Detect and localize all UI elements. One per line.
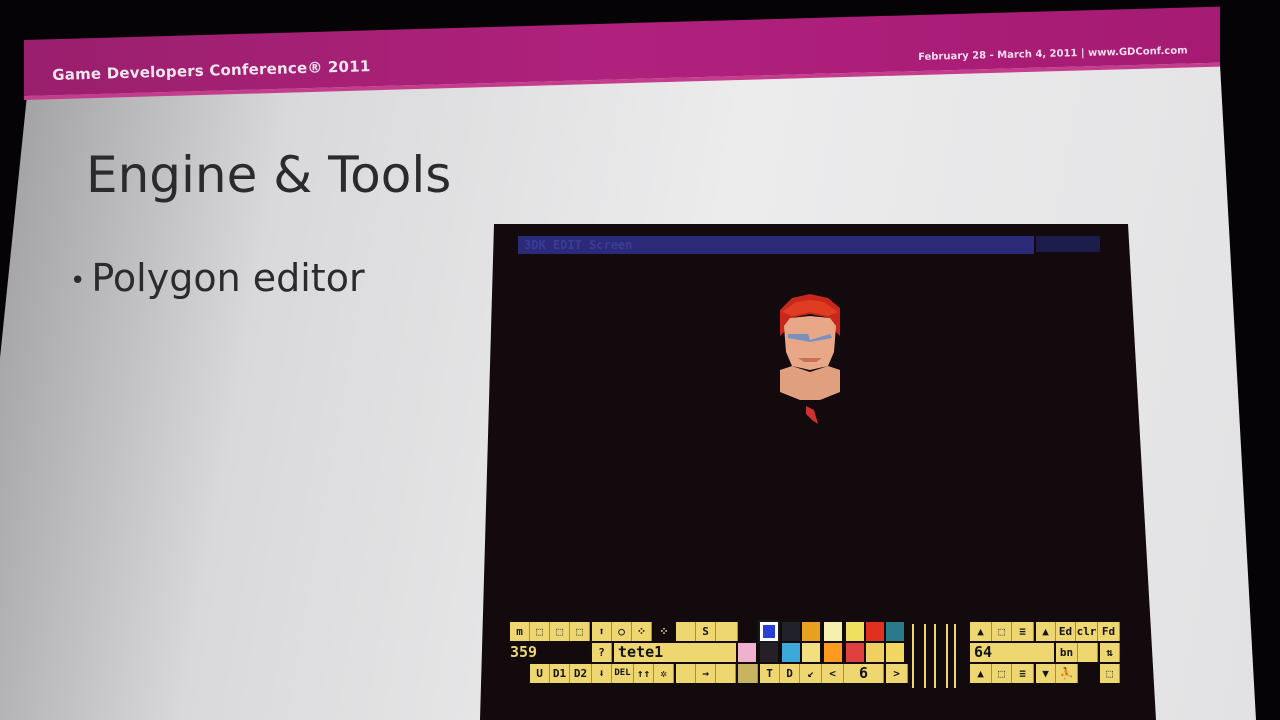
slider-track-3[interactable]: [954, 624, 962, 688]
palette-swatch-r1-7[interactable]: [886, 622, 904, 641]
palette-swatch-r2-1[interactable]: [738, 643, 756, 662]
tool-button-3[interactable]: ⬚: [550, 622, 570, 641]
slide-title: Engine & Tools: [86, 146, 452, 204]
editor-titlebar-right: [1036, 236, 1100, 252]
tool-button-blank-4[interactable]: [716, 664, 736, 683]
palette-swatch-r2-4[interactable]: [802, 643, 820, 662]
palette-swatch-r1-4[interactable]: [824, 622, 842, 641]
object-name-field[interactable]: tete1: [614, 643, 736, 662]
fd-button[interactable]: Fd: [1098, 622, 1120, 641]
d-button[interactable]: D: [780, 664, 800, 683]
next-button[interactable]: >: [886, 664, 908, 683]
polygon-head-model[interactable]: [770, 292, 850, 432]
tool-button-blank-3[interactable]: [676, 664, 696, 683]
palette-swatch-r2-8[interactable]: [886, 643, 904, 662]
pen-button[interactable]: ↙: [800, 664, 822, 683]
tool-button-r1-b[interactable]: ⬚: [992, 622, 1012, 641]
value-field[interactable]: 64: [970, 643, 1054, 662]
tool-button-m[interactable]: m: [510, 622, 530, 641]
swap-button[interactable]: ⇅: [1100, 643, 1120, 662]
tool-button-4[interactable]: ⬚: [570, 622, 590, 641]
palette-swatch-r2-6[interactable]: [846, 643, 864, 662]
d1-button[interactable]: D1: [550, 664, 570, 683]
arrow-right-button[interactable]: →: [696, 664, 716, 683]
tool-button-blank-1[interactable]: [676, 622, 696, 641]
palette-swatch-r2-3[interactable]: [782, 643, 800, 662]
palette-swatch-r1-5[interactable]: [846, 622, 864, 641]
step-value: 6: [844, 664, 884, 683]
palette-swatch-r2-5[interactable]: [824, 643, 842, 662]
tool-button-r3-end[interactable]: ⬚: [1100, 664, 1120, 683]
dither-button[interactable]: [738, 664, 758, 683]
tool-button-up-a[interactable]: ▲: [970, 622, 992, 641]
slider-track-1[interactable]: [912, 624, 926, 688]
help-button[interactable]: ?: [592, 643, 612, 662]
d2-button[interactable]: D2: [570, 664, 592, 683]
palette-swatch-r1-2[interactable]: [782, 622, 800, 641]
polygon-count: 359: [510, 643, 570, 662]
tool-button-lines-a[interactable]: ≡: [1012, 622, 1034, 641]
arrow-down-button[interactable]: ⬇: [592, 664, 612, 683]
undo-button[interactable]: U: [530, 664, 550, 683]
palette-swatch-r1-6[interactable]: [866, 622, 884, 641]
bn-button[interactable]: bn: [1056, 643, 1078, 662]
palette-swatch-r1-3[interactable]: [802, 622, 820, 641]
figure-button[interactable]: ⛹: [1056, 664, 1078, 683]
star-button[interactable]: ✲: [654, 664, 674, 683]
palette-swatch-r2-7[interactable]: [866, 643, 884, 662]
scroll-down-button[interactable]: ▼: [1036, 664, 1056, 683]
tool-button-up-b[interactable]: ▲: [970, 664, 992, 683]
tool-button-s[interactable]: S: [696, 622, 716, 641]
tool-button-2[interactable]: ⬚: [530, 622, 550, 641]
move-up-button[interactable]: ↑↑: [634, 664, 654, 683]
bullet-dot-icon: •: [70, 265, 86, 296]
tool-button-r3-b[interactable]: ⬚: [992, 664, 1012, 683]
tool-button-blank-r2[interactable]: [1078, 643, 1098, 662]
bullet-item: • Polygon editor: [70, 256, 365, 300]
vertices-button[interactable]: ⁘: [654, 622, 674, 641]
slider-track-2[interactable]: [934, 624, 948, 688]
bullet-text: Polygon editor: [91, 256, 365, 300]
palette-swatch-r1-1[interactable]: [758, 620, 780, 643]
arrow-up-button[interactable]: ⬆: [592, 622, 612, 641]
text-button[interactable]: T: [760, 664, 780, 683]
circle-button[interactable]: ○: [612, 622, 632, 641]
points-button[interactable]: ⁘: [632, 622, 652, 641]
delete-button[interactable]: DEL: [612, 664, 634, 683]
edit-button[interactable]: Ed: [1056, 622, 1076, 641]
tool-button-blank-2[interactable]: [716, 622, 738, 641]
palette-swatch-r2-2[interactable]: [760, 643, 778, 662]
scroll-up-button[interactable]: ▲: [1036, 622, 1056, 641]
clear-button[interactable]: clr: [1076, 622, 1098, 641]
editor-titlebar: 3DK EDIT Screen: [518, 236, 1034, 254]
tool-button-lines-b[interactable]: ≡: [1012, 664, 1034, 683]
prev-button[interactable]: <: [822, 664, 844, 683]
